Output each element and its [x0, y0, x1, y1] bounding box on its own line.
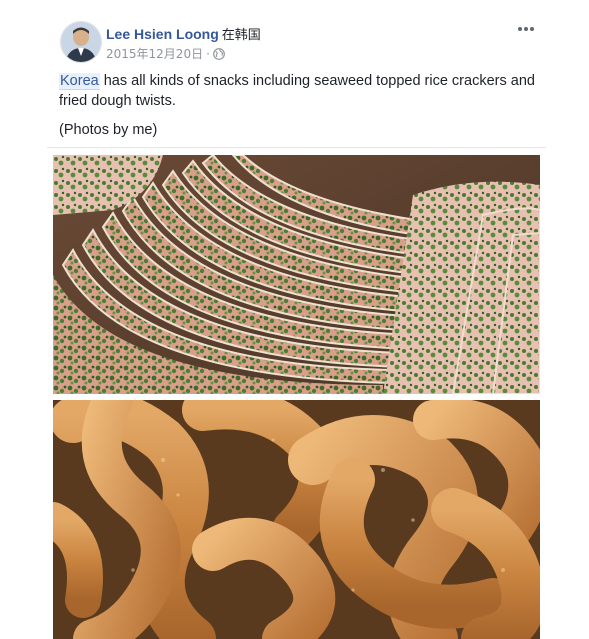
tagged-location-link[interactable]: Korea [59, 73, 100, 90]
facebook-post: Lee Hsien Loong 在韩国 2015年12月20日 · Korea h… [47, 0, 546, 639]
divider [47, 147, 546, 148]
post-text: Korea has all kinds of snacks including … [59, 71, 539, 149]
post-body-text: has all kinds of snacks including seawee… [59, 73, 535, 109]
post-meta: 2015年12月20日 · [106, 45, 225, 62]
author-line: Lee Hsien Loong 在韩国 [106, 24, 261, 43]
post-date-link[interactable]: 2015年12月20日 [106, 45, 203, 62]
author-name-link[interactable]: Lee Hsien Loong [106, 26, 219, 42]
more-options-icon[interactable] [515, 20, 537, 38]
post-body: Korea has all kinds of snacks including … [59, 71, 539, 111]
photo-credit: (Photos by me) [59, 122, 158, 138]
seaweed-rice-crackers-photo[interactable] [53, 155, 540, 394]
meta-separator: · [206, 46, 210, 61]
fried-dough-twists-photo[interactable] [53, 400, 540, 639]
location-label[interactable]: 在韩国 [222, 28, 261, 43]
globe-icon[interactable] [213, 47, 225, 60]
author-avatar[interactable] [60, 21, 102, 63]
